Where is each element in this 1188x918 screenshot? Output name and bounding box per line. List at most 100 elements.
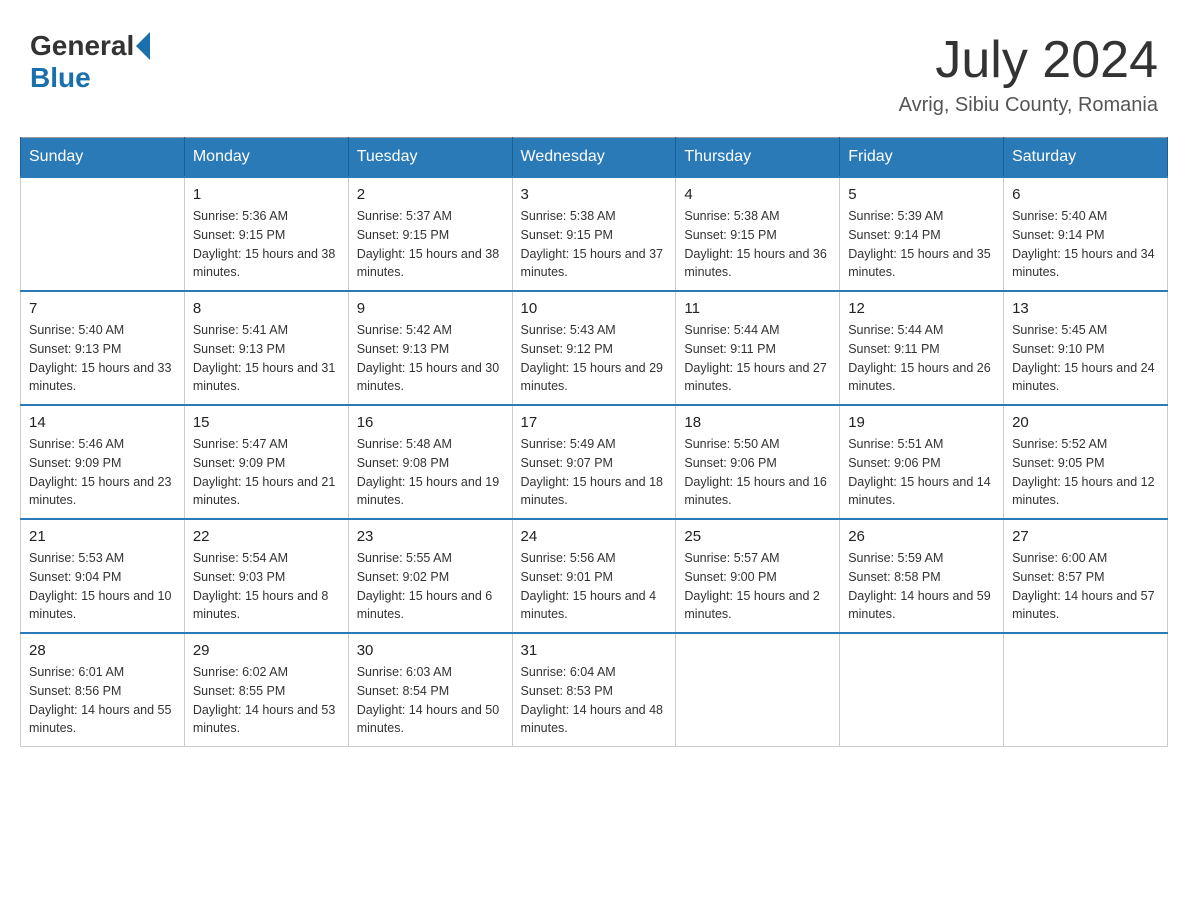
calendar-cell <box>1004 633 1168 747</box>
day-info: Sunrise: 5:37 AMSunset: 9:15 PMDaylight:… <box>357 207 504 282</box>
calendar-cell <box>840 633 1004 747</box>
calendar-cell: 25 Sunrise: 5:57 AMSunset: 9:00 PMDayligh… <box>676 519 840 633</box>
day-number: 12 <box>848 300 995 317</box>
day-number: 28 <box>29 642 176 659</box>
col-header-tuesday: Tuesday <box>348 138 512 178</box>
calendar-cell: 26Sunrise: 5:59 AMSunset: 8:58 PMDayligh… <box>840 519 1004 633</box>
day-info: Sunrise: 5:52 AMSunset: 9:05 PMDaylight:… <box>1012 435 1159 510</box>
col-header-friday: Friday <box>840 138 1004 178</box>
day-info: Sunrise: 5:57 AMSunset: 9:00 PMDaylight:… <box>684 549 831 624</box>
day-info: Sunrise: 5:50 AMSunset: 9:06 PMDaylight:… <box>684 435 831 510</box>
calendar-cell: 18 Sunrise: 5:50 AMSunset: 9:06 PMDayligh… <box>676 405 840 519</box>
calendar-week-5: 28 Sunrise: 6:01 AMSunset: 8:56 PMDayligh… <box>21 633 1168 747</box>
day-number: 24 <box>521 528 668 545</box>
page-header: General Blue July 2024 Avrig, Sibiu Coun… <box>20 20 1168 117</box>
day-info: Sunrise: 5:44 AMSunset: 9:11 PMDaylight:… <box>848 321 995 396</box>
day-number: 13 <box>1012 300 1159 317</box>
location-title: Avrig, Sibiu County, Romania <box>899 94 1158 117</box>
day-info: Sunrise: 5:38 AMSunset: 9:15 PMDaylight:… <box>521 207 668 282</box>
day-info: Sunrise: 5:42 AMSunset: 9:13 PMDaylight:… <box>357 321 504 396</box>
day-info: Sunrise: 5:40 AMSunset: 9:14 PMDaylight:… <box>1012 207 1159 282</box>
day-info: Sunrise: 5:44 AMSunset: 9:11 PMDaylight:… <box>684 321 831 396</box>
calendar-week-4: 21Sunrise: 5:53 AMSunset: 9:04 PMDayligh… <box>21 519 1168 633</box>
calendar-cell: 4Sunrise: 5:38 AMSunset: 9:15 PMDaylight… <box>676 177 840 291</box>
calendar-cell: 16Sunrise: 5:48 AMSunset: 9:08 PMDayligh… <box>348 405 512 519</box>
calendar-cell: 7 Sunrise: 5:40 AMSunset: 9:13 PMDaylight… <box>21 291 185 405</box>
day-number: 4 <box>684 186 831 203</box>
logo: General Blue <box>30 30 150 94</box>
day-info: Sunrise: 6:00 AMSunset: 8:57 PMDaylight:… <box>1012 549 1159 624</box>
calendar-cell: 17Sunrise: 5:49 AMSunset: 9:07 PMDayligh… <box>512 405 676 519</box>
calendar-cell: 3 Sunrise: 5:38 AMSunset: 9:15 PMDaylight… <box>512 177 676 291</box>
day-number: 18 <box>684 414 831 431</box>
day-info: Sunrise: 5:36 AMSunset: 9:15 PMDaylight:… <box>193 207 340 282</box>
day-number: 29 <box>193 642 340 659</box>
day-number: 30 <box>357 642 504 659</box>
col-header-saturday: Saturday <box>1004 138 1168 178</box>
day-info: Sunrise: 5:40 AMSunset: 9:13 PMDaylight:… <box>29 321 176 396</box>
col-header-sunday: Sunday <box>21 138 185 178</box>
calendar-cell: 12 Sunrise: 5:44 AMSunset: 9:11 PMDayligh… <box>840 291 1004 405</box>
calendar-cell: 10 Sunrise: 5:43 AMSunset: 9:12 PMDayligh… <box>512 291 676 405</box>
day-info: Sunrise: 5:41 AMSunset: 9:13 PMDaylight:… <box>193 321 340 396</box>
day-number: 14 <box>29 414 176 431</box>
day-number: 21 <box>29 528 176 545</box>
day-info: Sunrise: 5:39 AMSunset: 9:14 PMDaylight:… <box>848 207 995 282</box>
calendar-cell: 1 Sunrise: 5:36 AMSunset: 9:15 PMDaylight… <box>184 177 348 291</box>
logo-icon: General Blue <box>30 30 150 94</box>
day-number: 1 <box>193 186 340 203</box>
calendar-week-2: 7 Sunrise: 5:40 AMSunset: 9:13 PMDaylight… <box>21 291 1168 405</box>
calendar-cell: 30 Sunrise: 6:03 AMSunset: 8:54 PMDayligh… <box>348 633 512 747</box>
calendar-cell: 28 Sunrise: 6:01 AMSunset: 8:56 PMDayligh… <box>21 633 185 747</box>
calendar-cell: 15Sunrise: 5:47 AMSunset: 9:09 PMDayligh… <box>184 405 348 519</box>
calendar-cell: 22 Sunrise: 5:54 AMSunset: 9:03 PMDayligh… <box>184 519 348 633</box>
day-number: 6 <box>1012 186 1159 203</box>
day-number: 17 <box>521 414 668 431</box>
day-number: 5 <box>848 186 995 203</box>
day-number: 2 <box>357 186 504 203</box>
col-header-thursday: Thursday <box>676 138 840 178</box>
day-info: Sunrise: 6:02 AMSunset: 8:55 PMDaylight:… <box>193 663 340 738</box>
day-number: 25 <box>684 528 831 545</box>
calendar-cell: 31 Sunrise: 6:04 AMSunset: 8:53 PMDayligh… <box>512 633 676 747</box>
day-number: 7 <box>29 300 176 317</box>
day-info: Sunrise: 5:43 AMSunset: 9:12 PMDaylight:… <box>521 321 668 396</box>
title-area: July 2024 Avrig, Sibiu County, Romania <box>899 30 1158 117</box>
calendar-cell: 8Sunrise: 5:41 AMSunset: 9:13 PMDaylight… <box>184 291 348 405</box>
calendar-cell <box>21 177 185 291</box>
day-info: Sunrise: 5:45 AMSunset: 9:10 PMDaylight:… <box>1012 321 1159 396</box>
day-info: Sunrise: 6:04 AMSunset: 8:53 PMDaylight:… <box>521 663 668 738</box>
month-title: July 2024 <box>899 30 1158 90</box>
calendar-cell: 21Sunrise: 5:53 AMSunset: 9:04 PMDayligh… <box>21 519 185 633</box>
calendar-cell: 6 Sunrise: 5:40 AMSunset: 9:14 PMDaylight… <box>1004 177 1168 291</box>
day-number: 26 <box>848 528 995 545</box>
day-info: Sunrise: 5:51 AMSunset: 9:06 PMDaylight:… <box>848 435 995 510</box>
calendar-cell: 23 Sunrise: 5:55 AMSunset: 9:02 PMDayligh… <box>348 519 512 633</box>
calendar-cell: 5 Sunrise: 5:39 AMSunset: 9:14 PMDaylight… <box>840 177 1004 291</box>
calendar-cell: 2 Sunrise: 5:37 AMSunset: 9:15 PMDaylight… <box>348 177 512 291</box>
calendar-cell: 14 Sunrise: 5:46 AMSunset: 9:09 PMDayligh… <box>21 405 185 519</box>
day-number: 31 <box>521 642 668 659</box>
calendar-cell: 19Sunrise: 5:51 AMSunset: 9:06 PMDayligh… <box>840 405 1004 519</box>
day-number: 20 <box>1012 414 1159 431</box>
calendar-header-row: SundayMondayTuesdayWednesdayThursdayFrid… <box>21 138 1168 178</box>
day-info: Sunrise: 5:54 AMSunset: 9:03 PMDaylight:… <box>193 549 340 624</box>
day-info: Sunrise: 5:48 AMSunset: 9:08 PMDaylight:… <box>357 435 504 510</box>
col-header-wednesday: Wednesday <box>512 138 676 178</box>
calendar-cell: 11 Sunrise: 5:44 AMSunset: 9:11 PMDayligh… <box>676 291 840 405</box>
day-number: 3 <box>521 186 668 203</box>
day-info: Sunrise: 5:47 AMSunset: 9:09 PMDaylight:… <box>193 435 340 510</box>
day-info: Sunrise: 5:46 AMSunset: 9:09 PMDaylight:… <box>29 435 176 510</box>
day-number: 23 <box>357 528 504 545</box>
day-number: 9 <box>357 300 504 317</box>
day-info: Sunrise: 5:55 AMSunset: 9:02 PMDaylight:… <box>357 549 504 624</box>
day-number: 22 <box>193 528 340 545</box>
calendar-table: SundayMondayTuesdayWednesdayThursdayFrid… <box>20 137 1168 747</box>
calendar-cell: 29 Sunrise: 6:02 AMSunset: 8:55 PMDayligh… <box>184 633 348 747</box>
day-number: 27 <box>1012 528 1159 545</box>
col-header-monday: Monday <box>184 138 348 178</box>
day-number: 11 <box>684 300 831 317</box>
day-number: 10 <box>521 300 668 317</box>
day-info: Sunrise: 6:03 AMSunset: 8:54 PMDaylight:… <box>357 663 504 738</box>
day-info: Sunrise: 6:01 AMSunset: 8:56 PMDaylight:… <box>29 663 176 738</box>
